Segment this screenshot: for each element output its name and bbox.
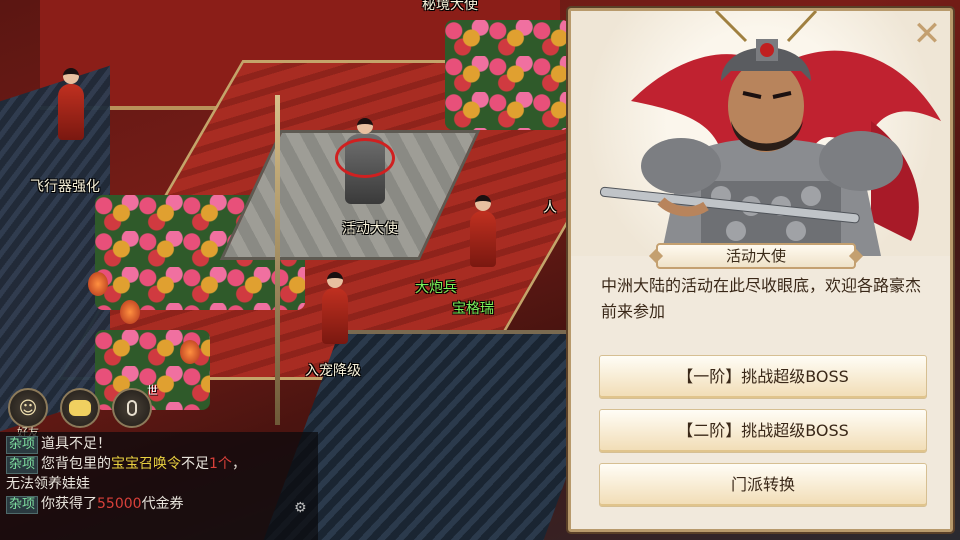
chat-count: 1个 [209, 456, 232, 472]
flowerbed [445, 20, 570, 130]
close-icon[interactable]: ✕ [910, 17, 944, 53]
chat-channel-tag[interactable]: 杂项 [6, 496, 39, 514]
chat-settings-gear-icon[interactable]: ⚙ [294, 500, 307, 516]
npc-name-partial[interactable]: 人 [543, 197, 557, 217]
chat-bubble-icon [69, 400, 91, 416]
challenge-boss-tier2-button[interactable]: 【二阶】挑战超级BOSS [599, 409, 927, 453]
npc-body [322, 288, 348, 344]
voice-button[interactable]: 世 [112, 384, 158, 428]
npc-body [58, 84, 84, 140]
chat-line: 杂项 道具不足！ [6, 434, 312, 454]
npc-head [357, 118, 373, 134]
npc-name-baobao[interactable]: 宝格瑞 [452, 298, 494, 318]
npc-dapaobing[interactable] [470, 195, 496, 267]
chat-panel[interactable]: 杂项 道具不足！ 杂项 您背包里的宝宝召唤令不足1个， 无法领养娃娃 杂项 你获得了5… [0, 432, 318, 540]
chat-amount: 55000 [97, 496, 142, 512]
chat-text: 道具不足！ [41, 436, 112, 452]
chat-channel-tag[interactable]: 杂项 [6, 456, 39, 474]
chat-text: ， [231, 456, 246, 472]
lantern-icon [120, 300, 140, 324]
npc-head [327, 272, 343, 288]
npc-nameplate: 活动大使 [656, 243, 856, 269]
chat-line-continued: 无法领养娃娃 [6, 476, 90, 492]
npc-name-dapaobing[interactable]: 大炮兵 [415, 277, 457, 297]
npc-name-mijing[interactable]: 秘境大使 [422, 0, 478, 14]
npc-portrait [571, 11, 950, 256]
lamp-pole [275, 95, 280, 425]
microphone-icon [127, 400, 137, 416]
npc-dialog: ✕ 活动大使 中洲大陆的活动在此尽收眼底，欢迎各路豪杰前来参加 【一阶】挑战超级… [568, 8, 953, 532]
lantern-icon [180, 340, 200, 364]
npc-name-ruchong[interactable]: 入宠降级 [305, 360, 361, 380]
chat-line: 杂项 您背包里的宝宝召唤令不足1个， [6, 454, 312, 474]
chat-button[interactable] [60, 388, 100, 428]
chat-text: 您背包里的 [41, 456, 112, 472]
chat-text: 你获得了 [41, 496, 98, 512]
hud-buttons: ☺ 好友 世 [8, 384, 158, 439]
friends-icon: ☺ [18, 397, 38, 419]
npc-huodong[interactable] [335, 118, 395, 204]
chat-text: 不足 [181, 456, 210, 472]
chat-item-link[interactable]: 宝宝召唤令 [111, 456, 181, 472]
npc-body [470, 211, 496, 267]
npc-name-feixingqi[interactable]: 飞行器强化 [30, 176, 100, 196]
challenge-boss-tier1-button[interactable]: 【一阶】挑战超级BOSS [599, 355, 927, 399]
npc-head [475, 195, 491, 211]
game-screen: 秘境大使 飞行器强化 活动大使 大炮兵 宝格瑞 人 入宠降级 ☺ 好友 [0, 0, 960, 540]
npc-name-huodong[interactable]: 活动大使 [342, 218, 398, 238]
npc-feixingqi[interactable] [58, 68, 84, 140]
npc-ruchong[interactable] [322, 272, 348, 344]
sect-change-button[interactable]: 门派转换 [599, 463, 927, 507]
lantern-icon [88, 272, 108, 296]
chat-line: 杂项 你获得了55000代金券 [6, 494, 312, 514]
friends-button[interactable]: ☺ 好友 [8, 388, 48, 439]
chat-channel-tag[interactable]: 杂项 [6, 436, 39, 454]
voice-channel-badge: 世 [147, 384, 158, 397]
npc-description: 中洲大陆的活动在此尽收眼底，欢迎各路豪杰前来参加 [601, 276, 922, 321]
general-portrait-icon [599, 11, 941, 256]
chat-text: 代金券 [141, 496, 184, 512]
npc-body [335, 134, 395, 204]
selection-ring [335, 138, 395, 178]
npc-head [63, 68, 79, 84]
